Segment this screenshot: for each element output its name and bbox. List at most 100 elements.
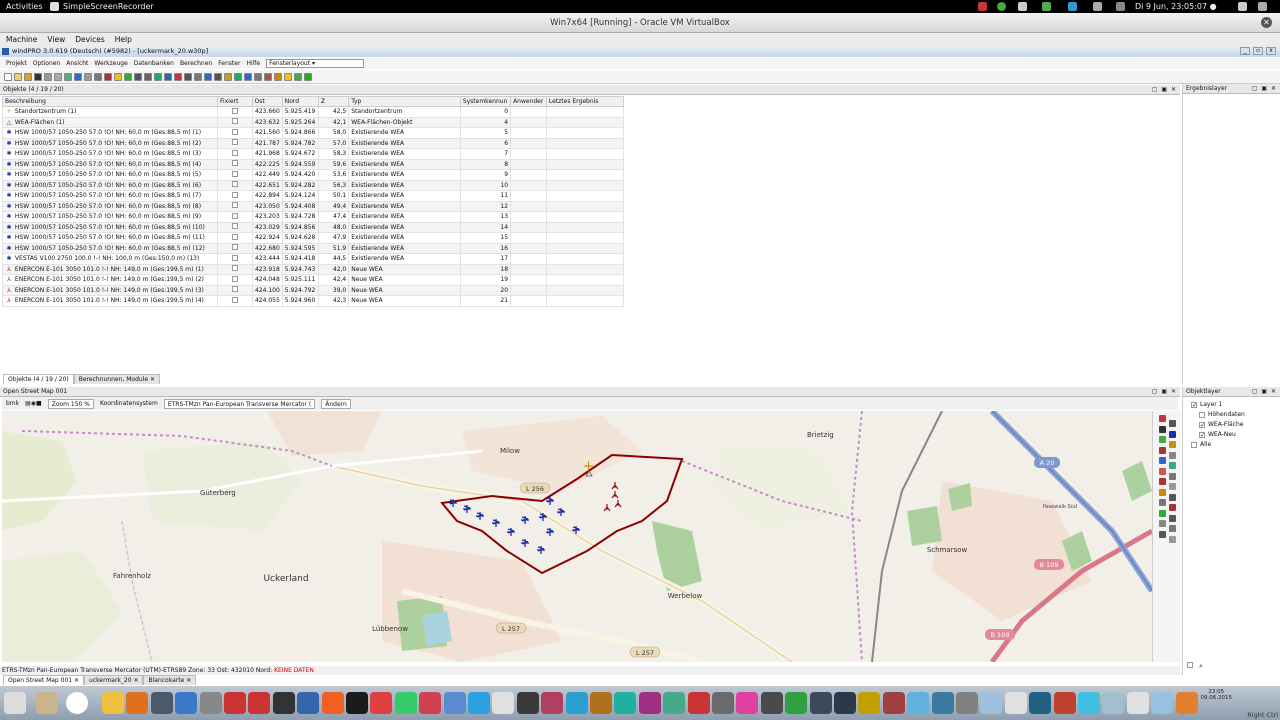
toolbar-button-icon[interactable] <box>264 72 272 81</box>
taskbar-app-icon[interactable] <box>248 692 271 714</box>
toolbar-button-icon[interactable] <box>14 72 22 81</box>
toolbar-button-icon[interactable] <box>164 72 172 81</box>
toolbar-button-icon[interactable] <box>204 72 212 81</box>
tab-berechnungen[interactable]: Berechnunnen, Module ✕ <box>73 374 160 384</box>
taskbar-app-icon[interactable] <box>1029 692 1052 714</box>
taskbar-app-icon[interactable] <box>760 692 783 714</box>
fixed-checkbox[interactable] <box>231 265 238 272</box>
toolbar-button-icon[interactable] <box>94 72 102 81</box>
map-tool-icon[interactable] <box>1169 430 1176 438</box>
column-header[interactable]: Letztes Ergebnis <box>545 96 625 107</box>
map-tool-icon[interactable] <box>1159 446 1166 454</box>
map-svg[interactable]: Milow Brietzig Güterberg Uckerland Fahre… <box>2 411 1152 662</box>
menu-devices[interactable]: Devices <box>75 33 105 46</box>
toolbar-button-icon[interactable] <box>194 72 202 81</box>
table-row[interactable]: ✱ HSW 1000/57 1050-250 57.0 !O! NH: 60,0… <box>1 221 625 233</box>
desktop-icon[interactable] <box>4 692 26 714</box>
panel-controls-icon[interactable]: ▢ ▣ ✕ <box>1252 84 1277 94</box>
table-row[interactable]: ✱ HSW 1000/57 1050-250 57.0 !O! NH: 60,0… <box>1 190 625 202</box>
map-canvas[interactable]: Milow Brietzig Güterberg Uckerland Fahre… <box>2 411 1152 662</box>
taskbar-app-icon[interactable] <box>638 692 661 714</box>
layer-item[interactable]: ✓ Layer 1 <box>1183 400 1280 410</box>
table-row[interactable]: ⅄ ENERCON E-101 3050 101.0 !-! NH: 149,0… <box>1 295 625 307</box>
taskbar-app-icon[interactable] <box>614 692 637 714</box>
panel-controls-icon[interactable]: ▢ ▣ ✕ <box>1252 387 1277 397</box>
toolbar-button-icon[interactable] <box>124 72 132 81</box>
taskbar-app-icon[interactable] <box>1102 692 1125 714</box>
map-tool-icon[interactable] <box>1159 425 1166 433</box>
taskbar-app-icon[interactable] <box>907 692 930 714</box>
toolbar-button-icon[interactable] <box>44 72 52 81</box>
toolbar-button-icon[interactable] <box>24 72 32 81</box>
map-tool-icon[interactable] <box>1169 525 1176 532</box>
close-icon[interactable]: x <box>1266 47 1276 55</box>
layer-checkbox[interactable] <box>1199 412 1205 418</box>
taskbar-app-icon[interactable] <box>150 692 173 714</box>
table-row[interactable]: ✱ HSW 1000/57 1050-250 57.0 !O! NH: 60,0… <box>1 232 625 244</box>
taskbar-app-icon[interactable] <box>272 692 295 714</box>
file-icon[interactable] <box>36 692 58 714</box>
taskbar-app-icon[interactable] <box>419 692 442 714</box>
layer-checkbox[interactable]: ✓ <box>1199 422 1205 429</box>
taskbar-app-icon[interactable] <box>565 692 588 714</box>
menu-help[interactable]: Help <box>115 33 132 46</box>
coord-select[interactable]: ETRS-TMzn Pan-European Transverse Mercat… <box>163 398 316 409</box>
toolbar-button-icon[interactable] <box>64 72 72 81</box>
fixed-checkbox[interactable] <box>231 244 238 251</box>
fixed-checkbox[interactable] <box>231 128 238 135</box>
taskbar-app-icon[interactable] <box>1004 692 1027 714</box>
taskbar-app-icon[interactable] <box>102 692 124 714</box>
menu-machine[interactable]: Machine <box>6 33 37 46</box>
table-row[interactable]: ⅄ ENERCON E-101 3050 101.0 !-! NH: 149,0… <box>1 263 625 275</box>
tab-blancokarte[interactable]: Blancokarte ✕ <box>143 675 197 685</box>
window-layout-select[interactable]: Fensterlayout ▾ <box>266 59 365 68</box>
taskbar-app-icon[interactable] <box>224 692 246 714</box>
table-row[interactable]: ✱ HSW 1000/57 1050-250 57.0 !O! NH: 60,0… <box>1 158 625 170</box>
map-tool-icon[interactable] <box>1169 493 1176 501</box>
clock[interactable]: Di 9 Jun, 23:05:07 ● <box>1135 2 1217 11</box>
taskbar-app-icon[interactable] <box>687 692 710 714</box>
map-tool-icon[interactable] <box>1169 441 1176 448</box>
tab-open-street-map[interactable]: Open Street Map 001 ✕ <box>3 675 85 685</box>
table-row[interactable]: ✱ HSW 1000/57 1050-250 57.0 !O! NH: 60,0… <box>1 179 625 191</box>
fixed-checkbox[interactable] <box>231 212 238 219</box>
column-header[interactable]: Typ <box>348 96 461 107</box>
toolbar-button-icon[interactable] <box>84 72 92 81</box>
column-header[interactable]: Nord <box>281 96 319 107</box>
taskbar-app-icon[interactable] <box>858 692 881 714</box>
table-row[interactable]: △ WEA-Flächen (1) 423.632 5.925.264 42,1 WEA… <box>1 116 625 128</box>
panel-controls-icon[interactable]: ▢ ▣ ✕ <box>1152 387 1177 397</box>
close-tray-icon[interactable] <box>1018 2 1027 11</box>
tab-uckermark[interactable]: uckermark_20 ✕ <box>84 675 144 685</box>
map-tool-icon[interactable] <box>1159 436 1166 443</box>
fixed-checkbox[interactable] <box>231 170 238 177</box>
bluetooth-icon[interactable] <box>1093 2 1102 11</box>
toolbar-button-icon[interactable] <box>304 72 312 81</box>
table-row[interactable]: ✱ HSW 1000/57 1050-250 57.0 !O! NH: 60,0… <box>1 169 625 181</box>
column-header[interactable]: Z <box>317 96 350 107</box>
map-tool-icon[interactable] <box>1159 499 1166 506</box>
taskbar-app-icon[interactable] <box>1175 692 1198 714</box>
layer-item[interactable]: Alle <box>1183 440 1280 450</box>
fixed-checkbox[interactable] <box>231 160 238 167</box>
map-tool-icon[interactable] <box>1169 420 1176 427</box>
map-tool-icon[interactable] <box>1159 467 1166 475</box>
layer-checkbox[interactable]: ✓ <box>1191 402 1197 409</box>
map-tool-icon[interactable] <box>1159 488 1166 496</box>
column-header[interactable]: Anwender <box>510 96 547 107</box>
toolbar-button-icon[interactable] <box>214 72 222 81</box>
taskbar-app-icon[interactable] <box>346 692 368 714</box>
taskbar-app-icon[interactable] <box>394 692 417 714</box>
table-row[interactable]: ✱ HSW 1000/57 1050-250 57.0 !O! NH: 60,0… <box>1 211 625 223</box>
fixed-checkbox[interactable] <box>231 149 238 156</box>
taskbar-app-icon[interactable] <box>590 692 612 714</box>
menu-werkzeuge[interactable]: Werkzeuge <box>94 58 127 69</box>
taskbar-app-icon[interactable] <box>1053 692 1076 714</box>
toolbar-button-icon[interactable] <box>284 72 292 81</box>
activities-button[interactable]: Activities <box>6 2 43 11</box>
taskbar-app-icon[interactable] <box>1151 692 1174 714</box>
table-row[interactable]: ✱ VESTAS V100 2750 100.0 !-! NH: 100,0 m… <box>1 253 625 265</box>
taskbar-app-icon[interactable] <box>663 692 686 714</box>
system-menu-icon[interactable] <box>1258 2 1267 11</box>
fixed-checkbox[interactable] <box>231 254 238 261</box>
